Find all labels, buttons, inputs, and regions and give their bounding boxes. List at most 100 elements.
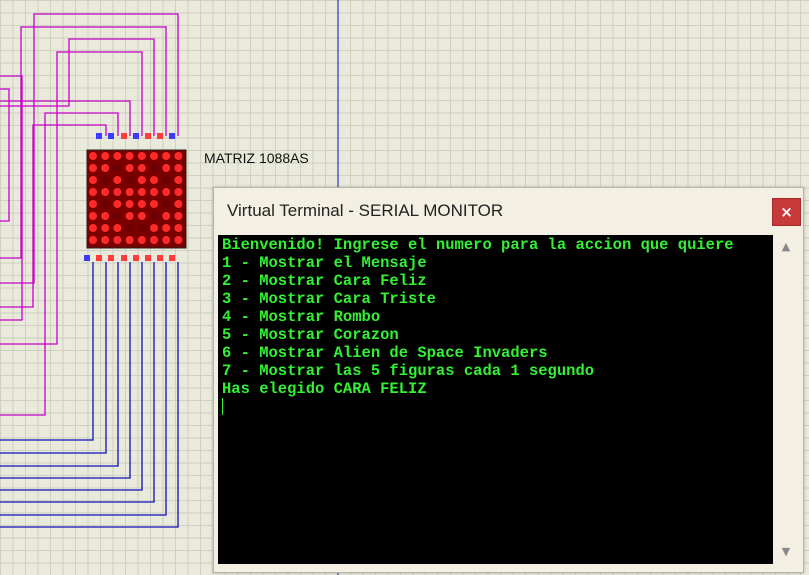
wire [0, 262, 167, 516]
pin [84, 255, 90, 261]
led [174, 236, 183, 244]
led [101, 200, 110, 208]
led [113, 224, 122, 232]
led [101, 236, 110, 244]
pin [145, 255, 151, 261]
terminal-line: Has elegido CARA FELIZ [222, 380, 427, 398]
close-button[interactable]: × [772, 198, 801, 226]
led [137, 236, 146, 244]
led [89, 152, 97, 160]
led [125, 236, 134, 244]
bottom-wires [0, 262, 179, 528]
terminal-line: 7 - Mostrar las 5 figuras cada 1 segundo [222, 362, 595, 380]
led [137, 188, 146, 196]
pin [121, 255, 127, 261]
led [137, 200, 146, 208]
led [89, 224, 97, 232]
pin [145, 133, 151, 139]
led [89, 200, 97, 208]
terminal-line: 2 - Mostrar Cara Feliz [222, 272, 427, 290]
led [137, 212, 146, 220]
led [125, 212, 134, 220]
led [113, 200, 122, 208]
wire [0, 262, 119, 467]
matrix-label: MATRIZ 1088AS [204, 150, 309, 166]
pin [157, 255, 163, 261]
led [150, 176, 158, 184]
led [162, 188, 171, 196]
wire [0, 262, 143, 491]
led [113, 236, 122, 244]
led [162, 152, 171, 160]
terminal-line: 6 - Mostrar Alien de Space Invaders [222, 344, 548, 362]
led [113, 152, 122, 160]
wire [0, 88, 10, 222]
terminal-line: 5 - Mostrar Corazon [222, 326, 399, 344]
pin [96, 133, 102, 139]
led [174, 164, 183, 172]
led [89, 176, 97, 184]
led [101, 164, 110, 172]
wire [0, 262, 107, 454]
pin [133, 255, 139, 261]
led [162, 212, 171, 220]
led [89, 212, 97, 220]
led [162, 176, 171, 184]
led [125, 200, 134, 208]
led [150, 188, 158, 196]
led [125, 164, 134, 172]
led-matrix-icon[interactable] [86, 149, 187, 249]
led [125, 188, 134, 196]
led [137, 164, 146, 172]
led [162, 164, 171, 172]
led [162, 224, 171, 232]
scroll-up-icon[interactable]: ▲ [780, 241, 792, 252]
led [113, 164, 122, 172]
text-cursor [222, 398, 223, 415]
led [137, 224, 146, 232]
wire [0, 262, 131, 479]
led [125, 152, 134, 160]
pin [169, 133, 175, 139]
led [162, 236, 171, 244]
wire [0, 38, 155, 136]
led [89, 236, 97, 244]
led [137, 176, 146, 184]
led [150, 164, 158, 172]
led [101, 152, 110, 160]
terminal-title: Virtual Terminal - SERIAL MONITOR [227, 201, 504, 220]
led [101, 176, 110, 184]
led [101, 188, 110, 196]
terminal-line: 4 - Mostrar Rombo [222, 308, 381, 326]
pin [108, 133, 114, 139]
led [174, 212, 183, 220]
terminal-screen[interactable]: Bienvenido! Ingrese el numero para la ac… [218, 235, 773, 564]
led [162, 200, 171, 208]
led [150, 200, 158, 208]
virtual-terminal-window[interactable]: Virtual Terminal - SERIAL MONITOR × Bien… [213, 187, 804, 573]
led [101, 212, 110, 220]
led [125, 176, 134, 184]
led [150, 212, 158, 220]
terminal-line: 1 - Mostrar el Mensaje [222, 254, 427, 272]
led [174, 200, 183, 208]
terminal-scrollbar[interactable]: ▲ ▼ [774, 235, 799, 564]
led [113, 188, 122, 196]
led [113, 212, 122, 220]
pin [108, 255, 114, 261]
led [125, 224, 134, 232]
pin [133, 133, 139, 139]
led [101, 224, 110, 232]
terminal-output: Bienvenido! Ingrese el numero para la ac… [218, 235, 773, 416]
pin [96, 255, 102, 261]
led [150, 224, 158, 232]
led [174, 224, 183, 232]
led [150, 236, 158, 244]
terminal-line: Bienvenido! Ingrese el numero para la ac… [222, 236, 734, 254]
pin [121, 133, 127, 139]
pin [157, 133, 163, 139]
led [89, 188, 97, 196]
scroll-down-icon[interactable]: ▼ [780, 546, 792, 557]
pin [169, 255, 175, 261]
led [89, 164, 97, 172]
